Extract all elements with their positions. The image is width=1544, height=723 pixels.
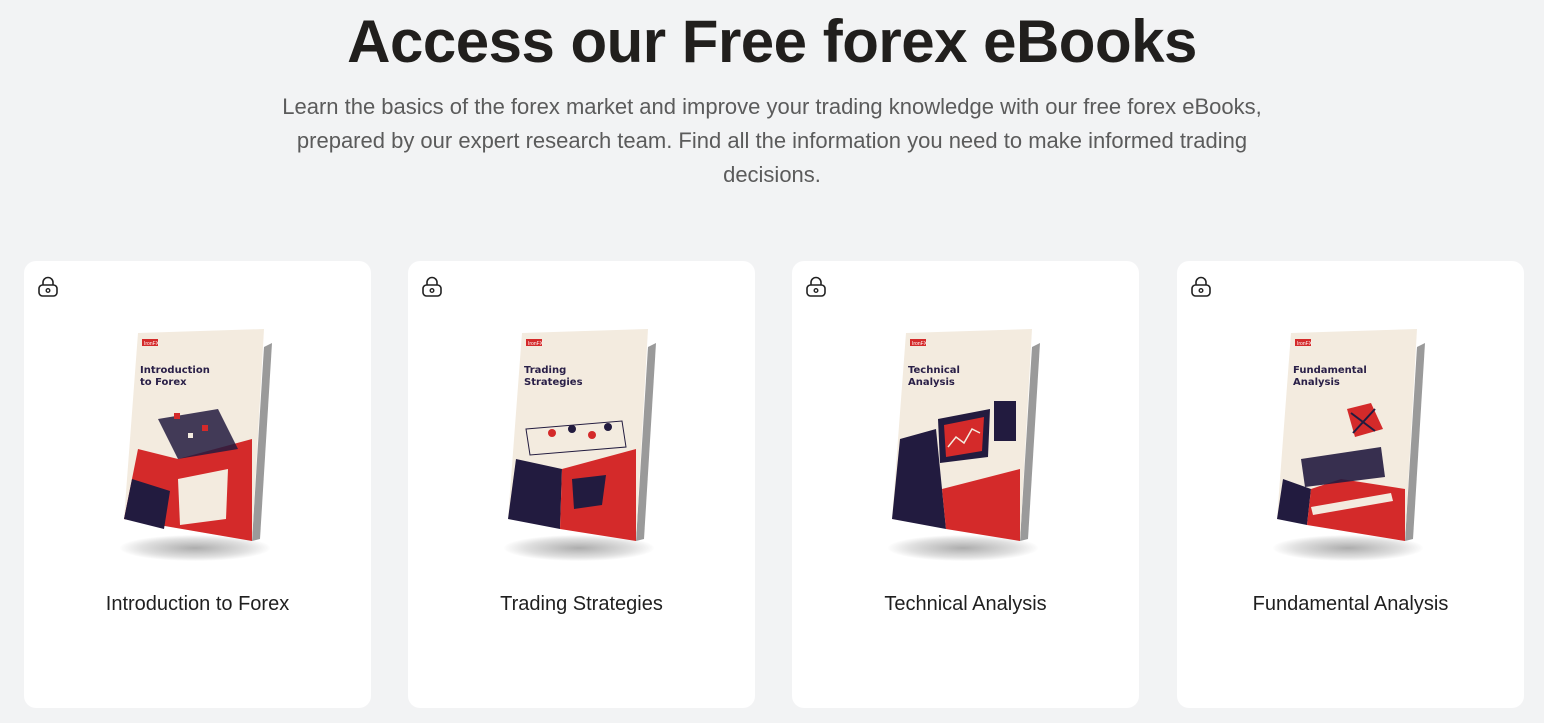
book-illustration: IronFX Trading Strategies [508,329,656,541]
cover-brand: IronFX [1297,341,1313,347]
cover-title-line2: Strategies [524,377,583,388]
ebook-card-list: IronFX Introduction to Forex Introductio… [24,261,1524,709]
cover-brand: IronFX [528,341,544,347]
ebook-card-technical-analysis[interactable]: IronFX Technical Analysis Technical Anal… [792,261,1139,708]
book-illustration: IronFX Introduction to Forex [124,329,272,541]
book-illustration: IronFX Technical Analysis [892,329,1040,541]
ebook-title[interactable]: Trading Strategies [408,591,755,617]
ebooks-section: Access our Free forex eBooks Learn the b… [0,0,1544,723]
ebook-cover[interactable]: IronFX Trading Strategies [502,329,662,569]
cover-title-line2: Analysis [908,377,955,388]
cover-title-line1: Fundamental [1293,365,1367,376]
lock-icon [806,276,826,297]
lock-icon [38,276,58,297]
ebook-card-introduction-to-forex[interactable]: IronFX Introduction to Forex Introductio… [24,261,371,708]
cover-title-line2: to Forex [140,377,187,388]
ebook-title[interactable]: Introduction to Forex [24,591,371,617]
cover-title-line1: Trading [524,365,566,376]
lock-icon [422,276,442,297]
ebook-cover[interactable]: IronFX Fundamental Analysis [1271,329,1431,569]
ebook-cover[interactable]: IronFX Technical Analysis [886,329,1046,569]
cover-title-line1: Introduction [140,365,210,376]
ebook-card-trading-strategies[interactable]: IronFX Trading Strategies Trading Strate… [408,261,755,708]
book-illustration: IronFX Fundamental Analysis [1277,329,1425,541]
lock-icon [1191,276,1211,297]
cover-title-line2: Analysis [1293,377,1340,388]
ebook-cover[interactable]: IronFX Introduction to Forex [118,329,278,569]
page-subtitle: Learn the basics of the forex market and… [282,94,1262,187]
cover-brand: IronFX [912,341,928,347]
ebook-card-fundamental-analysis[interactable]: IronFX Fundamental Analysis Fundamental … [1177,261,1524,708]
ebook-title[interactable]: Technical Analysis [792,591,1139,617]
ebook-title[interactable]: Fundamental Analysis [1177,591,1524,617]
cover-title-line1: Technical [908,365,960,376]
page-title: Access our Free forex eBooks [347,8,1197,75]
cover-brand: IronFX [144,341,160,347]
